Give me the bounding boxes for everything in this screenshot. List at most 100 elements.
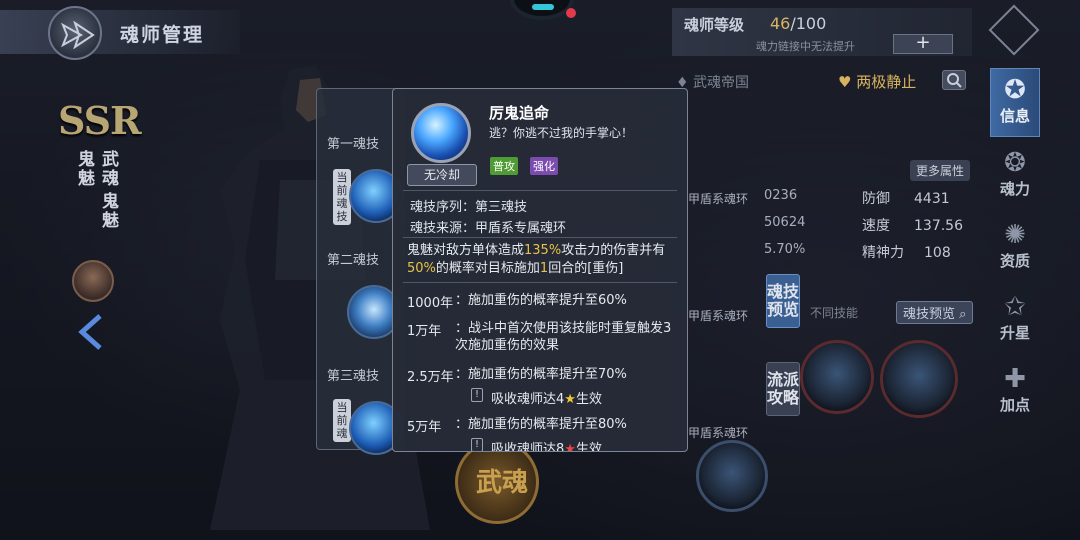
game-screen: 魂师管理 SSR 武魂 鬼魅 鬼魅 第一魂技 当前魂技 第二魂技 第三魂技 当前… <box>0 0 1080 540</box>
tab-strategy[interactable]: 流派攻略 <box>766 362 800 416</box>
tier-year: 1000年 <box>407 296 454 311</box>
stat-value: 4431 <box>914 191 950 207</box>
nav-add-point[interactable]: ✚ 加点 <box>990 364 1040 415</box>
prev-hero-arrow-icon[interactable] <box>74 312 106 352</box>
level-up-button[interactable]: + <box>893 34 953 54</box>
desc-text: 鬼魅对敌方单体造成 <box>407 243 525 258</box>
skill-order: 魂技序列：第三魂技 <box>410 196 527 215</box>
stat-name: 精神力 <box>862 245 904 261</box>
ring-source-label-1: 甲盾系魂环 <box>688 192 749 206</box>
level-max: /100 <box>790 14 827 33</box>
add-point-icon: ✚ <box>1004 364 1026 394</box>
level-value: 46/100 <box>770 14 826 33</box>
soul-ring-slot-3[interactable] <box>696 440 768 512</box>
tier-year: 2.5万年 <box>407 370 454 385</box>
back-emblem-button[interactable] <box>48 6 102 60</box>
level-note: 魂力链接中无法提升 <box>756 40 855 53</box>
skill-list-panel: 第一魂技 当前魂技 第二魂技 第三魂技 当前魂 <box>316 88 404 455</box>
skill-first-label: 第一魂技 <box>327 137 380 152</box>
soul-ring-slot-1[interactable] <box>800 340 874 414</box>
condition-warning-icon: ! <box>471 388 483 402</box>
desc-text: 回合的[重伤] <box>548 261 624 276</box>
faction-name: 武魂帝国 <box>693 75 750 91</box>
star-icon: ★ <box>564 392 576 407</box>
skill-description: 鬼魅对敌方单体造成135%攻击力的伤害并有 50%的概率对目标施加1回合的[重伤] <box>407 242 677 278</box>
condition-warning-icon: ! <box>471 438 483 451</box>
divider <box>403 237 677 238</box>
tier-text: ：施加重伤的概率提升至70% <box>455 367 627 382</box>
skill-hint: 不同技能 <box>810 306 859 320</box>
skill-source-value: 甲盾系专属魂环 <box>475 221 567 236</box>
nav-soul-power[interactable]: ❂ 魂力 <box>990 148 1040 199</box>
star-up-icon: ✩ <box>1004 292 1026 322</box>
more-attributes-button[interactable]: 更多属性 <box>910 160 971 181</box>
stat-value: 108 <box>924 245 951 261</box>
condition-text: 吸收魂师达8 <box>491 442 565 452</box>
page-title: 魂师管理 <box>120 24 205 46</box>
nav-aptitude[interactable]: ✺ 资质 <box>990 220 1040 271</box>
skill-source: 魂技来源：甲盾系专属魂环 <box>410 217 566 236</box>
skill-preview-tag[interactable]: 魂技预览 ⌕ <box>896 301 974 324</box>
soul-ring-slot-2[interactable] <box>880 340 958 418</box>
skill-detail-popup: 无冷却 厉鬼追命 逃？你逃不过我的手掌心！ 普攻 强化 魂技序列：第三魂技 魂技… <box>392 88 688 452</box>
wuhun-badge-label: 武魂 <box>476 468 529 498</box>
skill-order-value: 第三魂技 <box>475 200 528 215</box>
tier-year: 1万年 <box>407 324 442 339</box>
soul-power-icon: ❂ <box>1004 148 1026 178</box>
stat-speed: 速度 137.56 <box>862 215 963 235</box>
gauge-arc <box>532 4 554 10</box>
hero-wuhun-name: 鬼魅 <box>98 192 118 230</box>
nav-star-up[interactable]: ✩ 升星 <box>990 292 1040 343</box>
tab-skill-preview[interactable]: 魂技预览 <box>766 274 800 328</box>
divider <box>403 190 677 191</box>
stat-defense: 防御 4431 <box>862 188 950 208</box>
desc-text: 的概率对目标施加 <box>435 261 540 276</box>
skill-second-label: 第二魂技 <box>327 253 380 268</box>
condition-end: 生效 <box>575 392 602 407</box>
ring-source-label-2: 甲盾系魂环 <box>688 309 749 323</box>
tier-condition: 吸收魂师达8★生效 <box>491 438 602 452</box>
stat-spirit: 精神力 108 <box>862 242 951 262</box>
hero-wuhun-label: 武魂 <box>98 150 118 188</box>
level-current: 46 <box>770 14 791 33</box>
current-skill-tag-third: 当前魂 <box>333 399 351 442</box>
desc-highlight: 135% <box>524 243 562 258</box>
level-label: 魂师等级 <box>684 16 745 34</box>
stat-value: 137.56 <box>914 218 963 234</box>
back-wing-icon <box>61 21 95 49</box>
nav-add-point-label: 加点 <box>999 396 1030 414</box>
search-icon <box>947 73 962 88</box>
condition-end: 生效 <box>575 442 602 452</box>
red-star-icon: ★ <box>564 442 576 452</box>
tier-text: ：施加重伤的概率提升至80% <box>455 417 627 432</box>
desc-highlight: 1 <box>539 261 549 276</box>
skill-type-badge: 普攻 <box>490 157 518 175</box>
hero-avatar[interactable] <box>72 260 114 302</box>
tier-text: ：施加重伤的概率提升至60% <box>455 293 627 308</box>
lock-state[interactable]: ♥ 两极静止 <box>838 71 916 92</box>
divider <box>403 282 677 283</box>
skill-third-label: 第三魂技 <box>327 369 380 384</box>
stat-name: 速度 <box>862 218 890 234</box>
nav-star-up-label: 升星 <box>999 324 1030 342</box>
nav-info-label: 信息 <box>999 107 1030 125</box>
skill-name: 厉鬼追命 <box>489 104 550 122</box>
skill-source-label: 魂技来源： <box>410 221 476 236</box>
skill-order-label: 魂技序列： <box>410 200 476 215</box>
tier-year: 5万年 <box>407 420 442 435</box>
desc-highlight: 50% <box>407 261 436 276</box>
tier-text: ：战斗中首次使用该技能时重复触发3次施加重伤的效果 <box>455 321 672 353</box>
desc-text: 攻击力的伤害并有 <box>561 243 666 258</box>
notification-dot <box>566 8 576 18</box>
stat-left-3: 5.70% <box>764 242 806 257</box>
stat-left-1: 0236 <box>764 188 798 203</box>
cooldown-tag: 无冷却 <box>407 164 477 186</box>
skill-preview-label: 魂技预览 <box>903 307 956 322</box>
nav-soul-power-label: 魂力 <box>999 180 1030 198</box>
tier-condition: 吸收魂师达4★生效 <box>491 388 602 407</box>
aptitude-icon: ✺ <box>1004 220 1026 250</box>
hero-name: 鬼魅 <box>74 150 94 188</box>
nav-info[interactable]: ✪ 信息 <box>990 68 1040 137</box>
stat-left-2: 50624 <box>764 215 806 230</box>
search-button[interactable] <box>942 70 966 90</box>
